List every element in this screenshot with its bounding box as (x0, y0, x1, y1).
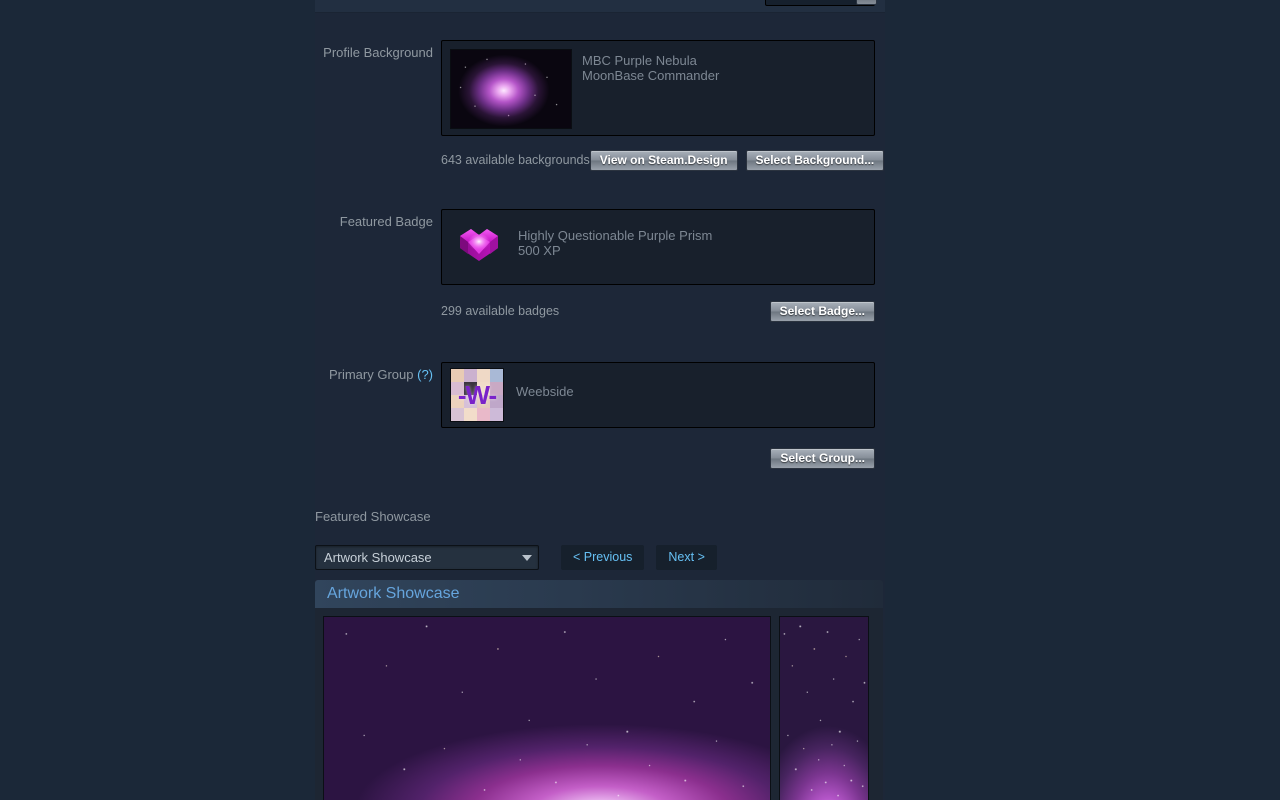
row-featured-badge: Featured Badge Highly Questionable Purpl… (315, 209, 885, 334)
profile-background-panel: MBC Purple Nebula MoonBase Commander (441, 40, 875, 136)
select-group-button[interactable]: Select Group... (770, 448, 875, 469)
artwork-secondary[interactable] (779, 616, 869, 800)
profile-background-game: MoonBase Commander (582, 68, 720, 83)
featured-showcase-label: Featured Showcase (315, 509, 431, 524)
showcase-panel-title: Artwork Showcase (327, 585, 460, 602)
nebula-thumbnail-icon (450, 49, 572, 129)
available-badges-count: 299 available badges (441, 304, 560, 318)
featured-badge-label: Featured Badge (339, 214, 433, 229)
primary-group-footer: Select Group... (441, 448, 875, 469)
primary-group-name: Weebside (516, 384, 574, 399)
row-primary-group: Primary Group (?) -W- Weebside Select Gr… (315, 362, 885, 482)
showcase-type-value: Artwork Showcase (324, 550, 432, 565)
profile-edit-page: Profile Background MBC Purple Nebula Moo… (0, 0, 1280, 800)
chevron-down-icon (522, 555, 532, 561)
stars-decoration (780, 617, 868, 800)
showcase-header: Artwork Showcase (315, 580, 883, 608)
group-avatar-icon: -W- (450, 368, 504, 422)
select-background-button[interactable]: Select Background... (745, 150, 885, 171)
previous-showcase-button[interactable]: < Previous (561, 545, 645, 570)
stars-decoration (324, 617, 770, 800)
featured-badge-footer: 299 available badges Select Badge... (441, 301, 875, 322)
available-backgrounds-count: 643 available backgrounds (441, 153, 590, 167)
profile-background-name: MBC Purple Nebula (582, 53, 697, 68)
select-badge-button[interactable]: Select Badge... (769, 301, 875, 322)
primary-group-help-icon[interactable]: (?) (417, 367, 433, 382)
featured-badge-xp: 500 XP (518, 243, 561, 258)
artwork-showcase-panel: Artwork Showcase (315, 580, 883, 800)
primary-group-panel: -W- Weebside (441, 362, 875, 428)
avatar-monogram: -W- (457, 379, 497, 410)
truncated-button[interactable] (856, 0, 877, 5)
artwork-row (323, 616, 875, 800)
featured-showcase-controls: Artwork Showcase < Previous Next > (315, 545, 717, 570)
profile-background-label: Profile Background (323, 45, 433, 60)
primary-group-label-text: Primary Group (328, 367, 414, 382)
row-profile-background: Profile Background MBC Purple Nebula Moo… (315, 40, 885, 180)
artwork-primary[interactable] (323, 616, 771, 800)
view-on-steam-design-button[interactable]: View on Steam.Design (589, 150, 738, 171)
next-showcase-button[interactable]: Next > (656, 545, 717, 570)
purple-heart-gem-icon (456, 226, 502, 268)
featured-badge-name: Highly Questionable Purple Prism (518, 228, 713, 243)
primary-group-label: Primary Group (?) (315, 366, 433, 383)
featured-badge-panel: Highly Questionable Purple Prism 500 XP (441, 209, 875, 285)
truncated-row-above (315, 0, 885, 13)
showcase-type-select[interactable]: Artwork Showcase (315, 545, 539, 570)
stars-decoration (451, 50, 571, 128)
profile-background-footer: 643 available backgrounds View on Steam.… (441, 150, 885, 171)
